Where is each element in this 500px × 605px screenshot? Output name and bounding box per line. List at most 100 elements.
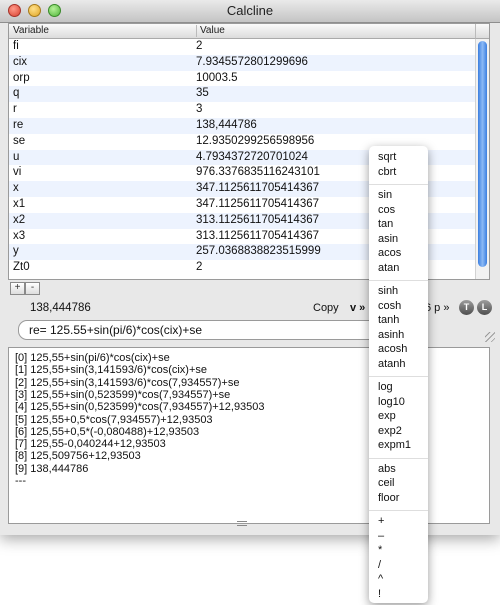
- table-header: Variable Value: [9, 24, 476, 39]
- variable-value-cell[interactable]: 12.9350299256598956: [196, 135, 314, 147]
- function-menu-item[interactable]: acosh: [378, 343, 407, 355]
- variable-name-cell[interactable]: y: [13, 245, 19, 257]
- menu-separator: [369, 280, 428, 281]
- variable-name-cell[interactable]: u: [13, 151, 19, 163]
- variable-value-cell[interactable]: 35: [196, 87, 209, 99]
- function-menu-item[interactable]: tanh: [378, 314, 399, 326]
- result-value: 138,444786: [30, 302, 91, 314]
- function-menu-item[interactable]: abs: [378, 463, 396, 475]
- function-menu-item[interactable]: expm1: [378, 439, 411, 451]
- function-menu-item[interactable]: asin: [378, 233, 398, 245]
- function-menu-item[interactable]: ceil: [378, 477, 395, 489]
- variable-value-cell[interactable]: 138,444786: [196, 119, 257, 131]
- variable-value-cell[interactable]: 10003.5: [196, 72, 238, 84]
- l-button[interactable]: L: [477, 300, 492, 315]
- history-line: [4] 125,55+sin(0,523599)*cos(7,934557)+1…: [15, 401, 265, 414]
- variable-name-cell[interactable]: x: [13, 182, 19, 194]
- function-menu-item[interactable]: ^: [378, 573, 383, 585]
- function-menu-item[interactable]: log: [378, 381, 393, 393]
- column-header-value[interactable]: Value: [196, 25, 225, 37]
- function-menu-item[interactable]: cos: [378, 204, 395, 216]
- function-menu-item[interactable]: +: [378, 515, 384, 527]
- table-scrollbar-thumb[interactable]: [478, 41, 487, 267]
- variable-name-cell[interactable]: Zt0: [13, 261, 30, 273]
- history-line: [5] 125,55+0,5*cos(7,934557)+12,93503: [15, 413, 213, 426]
- add-variable-button[interactable]: +: [10, 282, 25, 295]
- history-line: ---: [15, 475, 26, 487]
- header-corner: [475, 24, 489, 39]
- function-menu-item[interactable]: sinh: [378, 285, 398, 297]
- variable-name-cell[interactable]: fi: [13, 40, 19, 52]
- variable-value-cell[interactable]: 313.1125611705414367: [196, 214, 319, 226]
- function-menu-item[interactable]: exp2: [378, 425, 402, 437]
- function-menu-item[interactable]: tan: [378, 218, 393, 230]
- history-line: [1] 125,55+sin(3,141593/6)*cos(cix)+se: [15, 364, 208, 377]
- variable-value-cell[interactable]: 257.0368838823515999: [196, 245, 321, 257]
- variable-value-cell[interactable]: 313.1125611705414367: [196, 230, 319, 242]
- variable-name-cell[interactable]: r: [13, 103, 17, 115]
- table-row[interactable]: fi 2: [9, 39, 476, 55]
- variable-value-cell[interactable]: 3: [196, 103, 202, 115]
- history-line: [3] 125,55+sin(0,523599)*cos(7,934557)+s…: [15, 388, 231, 401]
- variable-name-cell[interactable]: vi: [13, 166, 21, 178]
- function-menu-item[interactable]: sin: [378, 189, 392, 201]
- function-menu-item[interactable]: –: [378, 530, 384, 542]
- variable-name-cell[interactable]: x3: [13, 230, 25, 242]
- variable-name-cell[interactable]: x2: [13, 214, 25, 226]
- table-row[interactable]: orp 10003.5: [9, 71, 476, 87]
- variable-name-cell[interactable]: cix: [13, 56, 27, 68]
- variable-value-cell[interactable]: 2: [196, 261, 202, 273]
- variable-value-cell[interactable]: 976.3376835116243101: [196, 166, 320, 178]
- splitter-handle[interactable]: [237, 521, 247, 526]
- history-line: [2] 125,55+sin(3,141593/6)*cos(7,934557)…: [15, 376, 240, 389]
- variable-name-cell[interactable]: orp: [13, 72, 30, 84]
- menu-separator: [369, 376, 428, 377]
- function-menu-item[interactable]: cbrt: [378, 166, 396, 178]
- menu-separator: [369, 184, 428, 185]
- title-bar[interactable]: Calcline: [0, 0, 500, 23]
- table-row[interactable]: q 35: [9, 86, 476, 103]
- function-menu-item[interactable]: sqrt: [378, 151, 396, 163]
- variable-name-cell[interactable]: re: [13, 119, 23, 131]
- precision-menu-button[interactable]: 6 p »: [425, 302, 449, 314]
- function-menu-item[interactable]: floor: [378, 492, 399, 504]
- menu-separator: [369, 510, 428, 511]
- function-menu-item[interactable]: atan: [378, 262, 399, 274]
- t-button[interactable]: T: [459, 300, 474, 315]
- resize-grip-icon[interactable]: [485, 332, 495, 342]
- function-menu-item[interactable]: asinh: [378, 329, 404, 341]
- variable-name-cell[interactable]: q: [13, 87, 19, 99]
- table-row[interactable]: cix 7.9345572801299696: [9, 54, 476, 71]
- copy-button[interactable]: Copy: [313, 302, 339, 314]
- variable-value-cell[interactable]: 7.9345572801299696: [196, 56, 308, 68]
- history-line: [0] 125,55+sin(pi/6)*cos(cix)+se: [15, 352, 170, 364]
- variable-value-cell[interactable]: 347.1125611705414367: [196, 182, 319, 194]
- table-scrollbar[interactable]: [475, 39, 489, 279]
- column-header-variable[interactable]: Variable: [13, 25, 49, 36]
- history-line: [6] 125,55+0,5*(-0,080488)+12,93503: [15, 425, 200, 438]
- table-row[interactable]: r3: [9, 102, 476, 118]
- variable-name-cell[interactable]: x1: [13, 198, 25, 210]
- variable-value-cell[interactable]: 2: [196, 40, 202, 52]
- variable-value-cell[interactable]: 4.7934372720701024: [196, 151, 308, 163]
- function-menu-item[interactable]: /: [378, 559, 381, 571]
- function-menu-item[interactable]: acos: [378, 247, 401, 259]
- function-menu-item[interactable]: cosh: [378, 300, 401, 312]
- variable-name-cell[interactable]: se: [13, 135, 25, 147]
- remove-variable-button[interactable]: -: [25, 282, 40, 295]
- window-title: Calcline: [226, 3, 274, 18]
- function-menu-item[interactable]: atanh: [378, 358, 406, 370]
- function-menu-item[interactable]: !: [378, 588, 381, 600]
- history-line: [8] 125,509756+12,93503: [15, 450, 141, 463]
- variable-menu-button[interactable]: v »: [350, 302, 365, 314]
- table-row[interactable]: re 138,444786: [9, 117, 476, 134]
- variable-value-cell[interactable]: 347.1125611705414367: [196, 198, 319, 210]
- history-line: [7] 125,55-0,040244+12,93503: [15, 438, 166, 451]
- menu-separator: [369, 457, 428, 459]
- function-menu-item[interactable]: exp: [378, 410, 396, 422]
- expression-input[interactable]: re= 125.55+sin(pi/6)*cos(cix)+se: [18, 320, 420, 340]
- function-menu-item[interactable]: log10: [378, 396, 405, 408]
- function-menu: sqrt cbrt sin cos tan asin acos atan sinh cosh tan…: [369, 146, 428, 603]
- history-line: [9] 138,444786: [15, 462, 89, 475]
- function-menu-item[interactable]: *: [378, 544, 382, 556]
